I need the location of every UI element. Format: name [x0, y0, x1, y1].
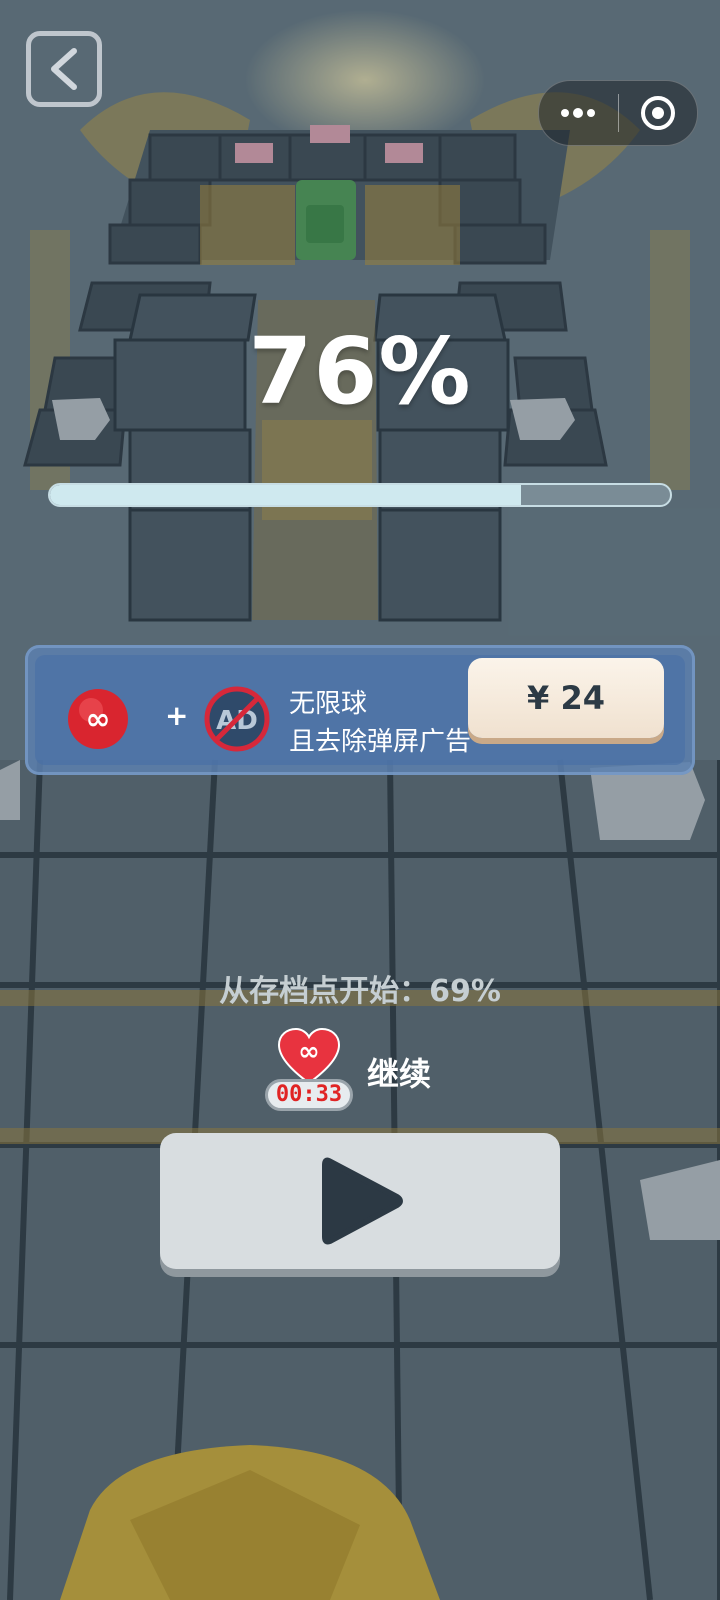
game-scene-background [0, 0, 720, 1600]
no-ad-icon: AD [204, 686, 270, 752]
offer-line-1: 无限球 [289, 689, 368, 719]
heart-icon: ∞ [277, 1027, 341, 1085]
heart-infinity-glyph: ∞ [298, 1037, 320, 1067]
progress-bar-fill [50, 485, 522, 505]
plus-sign: + [165, 699, 189, 732]
countdown-timer: 00:33 [265, 1079, 353, 1111]
target-circle-icon [640, 96, 675, 130]
more-button[interactable] [539, 81, 618, 145]
mini-program-capsule [538, 80, 698, 146]
back-arrow-icon [51, 48, 77, 90]
close-mini-program-button[interactable] [619, 81, 698, 145]
play-icon [322, 1157, 403, 1245]
back-button[interactable] [26, 31, 102, 107]
continue-label: 继续 [367, 1055, 432, 1093]
offer-description: 无限球 且去除弹屏广告 [289, 685, 471, 761]
infinity-ball-icon: ∞ [68, 689, 128, 749]
continue-option[interactable]: ∞ 00:33 继续 [265, 1027, 465, 1117]
buy-button[interactable]: ¥ 24 [468, 658, 664, 738]
progress-percent: 76% [248, 318, 472, 425]
offer-line-2: 且去除弹屏广告 [289, 727, 472, 757]
play-button[interactable] [160, 1133, 560, 1269]
infinity-glyph: ∞ [86, 702, 111, 737]
more-dots-icon [561, 108, 596, 118]
checkpoint-text: 从存档点开始：69% [219, 974, 501, 1009]
progress-bar [48, 483, 672, 507]
